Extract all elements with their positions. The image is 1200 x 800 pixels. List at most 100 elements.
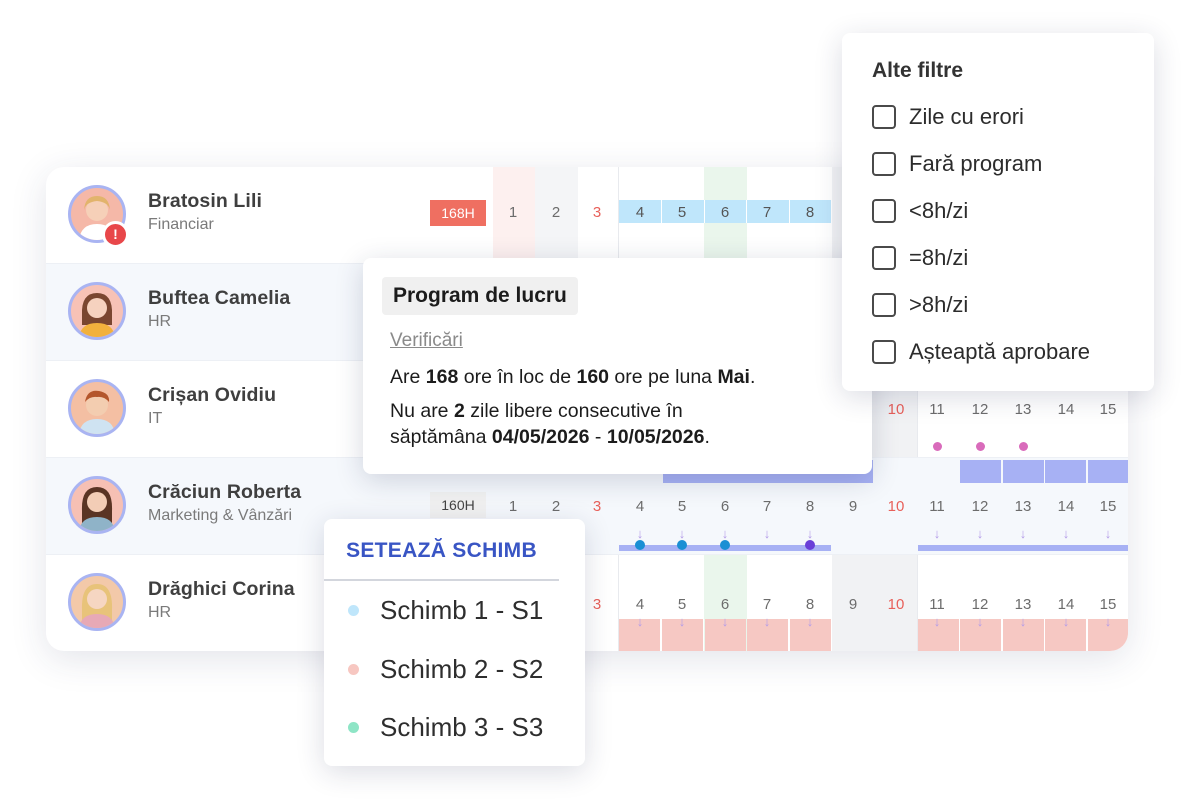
arrow-down-icon: ↓ (976, 526, 984, 541)
work-schedule-tooltip: Program de lucru Verificări Are 168 ore … (363, 258, 872, 474)
divider (324, 579, 559, 581)
set-shift-menu: SETEAZĂ SCHIMB Schimb 1 - S1 Schimb 2 - … (324, 519, 585, 766)
filter-no-schedule[interactable]: Fară program (872, 151, 1042, 177)
day-number: 14 (1057, 596, 1075, 613)
checkbox[interactable] (872, 293, 896, 317)
employee-name: Crișan Ovidiu (148, 384, 277, 406)
day-number: 5 (677, 596, 687, 613)
set-shift-title: SETEAZĂ SCHIMB (346, 539, 537, 562)
filters-title: Alte filtre (872, 59, 964, 82)
day-number: 14 (1057, 401, 1075, 418)
avatar (68, 476, 126, 534)
shift-dot (1019, 442, 1028, 451)
day-number: 12 (971, 401, 989, 418)
day-number: 11 (929, 596, 945, 613)
shift-option-2[interactable]: Schimb 2 - S2 (348, 654, 543, 685)
day-number: 13 (1014, 401, 1032, 418)
arrow-down-icon: ↓ (1019, 526, 1027, 541)
avatar (68, 573, 126, 631)
filter-label: >8h/zi (909, 292, 969, 317)
other-filters-panel: Alte filtre Zile cu erori Fară program <… (842, 33, 1154, 391)
alert-icon[interactable]: ! (102, 221, 129, 248)
day-number: 4 (635, 498, 645, 515)
arrow-down-icon: ↓ (976, 614, 984, 629)
employee-dept: IT (148, 410, 163, 427)
checkbox[interactable] (872, 152, 896, 176)
day-number: 14 (1057, 498, 1075, 515)
hours-badge: 168H (430, 200, 486, 226)
day-number: 9 (848, 596, 858, 613)
filter-label: Așteaptă aprobare (909, 339, 1091, 364)
checkbox[interactable] (872, 105, 896, 129)
day-number: 5 (677, 498, 687, 515)
shift-3-line (918, 545, 1128, 551)
arrow-down-icon: ↓ (1019, 614, 1027, 629)
shift-3-block[interactable] (1088, 460, 1128, 483)
shift-dot (677, 540, 687, 550)
arrow-down-icon: ↓ (1062, 614, 1070, 629)
employee-dept: Marketing & Vânzări (148, 507, 293, 524)
arrow-down-icon: ↓ (806, 614, 814, 629)
arrow-down-icon: ↓ (721, 614, 729, 629)
day-number: 8 (805, 596, 815, 613)
day-number: 3 (592, 498, 602, 515)
day-number: 2 (551, 204, 561, 221)
filter-label: =8h/zi (909, 245, 969, 270)
arrow-down-icon: ↓ (636, 526, 644, 541)
shift-dot (805, 540, 815, 550)
checks-link[interactable]: Verificări (390, 330, 463, 352)
filter-errors[interactable]: Zile cu erori (872, 104, 1024, 130)
shift-option-label: Schimb 3 - S3 (380, 712, 544, 742)
avatar (68, 282, 126, 340)
day-number: 12 (971, 596, 989, 613)
avatar (68, 379, 126, 437)
checkbox[interactable] (872, 199, 896, 223)
filter-more-8h[interactable]: >8h/zi (872, 292, 968, 318)
day-number: 15 (1099, 498, 1117, 515)
employee-name: Buftea Camelia (148, 287, 291, 309)
employee-name: Crăciun Roberta (148, 481, 302, 503)
day-number: 6 (720, 596, 730, 613)
filter-pending-approval[interactable]: Așteaptă aprobare (872, 339, 1090, 365)
hours-badge: 160H (430, 492, 486, 518)
day-number: 10 (887, 401, 905, 418)
shift-3-block[interactable] (1003, 460, 1044, 483)
filter-label: <8h/zi (909, 198, 969, 223)
arrow-down-icon: ↓ (933, 614, 941, 629)
day-number: 5 (677, 204, 687, 221)
employee-dept: HR (148, 313, 172, 330)
arrow-down-icon: ↓ (1104, 614, 1112, 629)
day-number: 15 (1099, 596, 1117, 613)
day-number: 3 (592, 204, 602, 221)
shift-option-1[interactable]: Schimb 1 - S1 (348, 595, 543, 626)
day-number: 4 (635, 596, 645, 613)
day-number: 4 (635, 204, 645, 221)
shift-option-label: Schimb 1 - S1 (380, 595, 544, 625)
employee-name: Drăghici Corina (148, 578, 295, 600)
filter-label: Zile cu erori (909, 104, 1024, 129)
filter-less-8h[interactable]: <8h/zi (872, 198, 968, 224)
day-number: 15 (1099, 401, 1117, 418)
day-number: 12 (971, 498, 989, 515)
employee-dept: HR (148, 604, 172, 621)
filter-label: Fară program (909, 151, 1043, 176)
checkbox[interactable] (872, 340, 896, 364)
day-number: 6 (720, 498, 730, 515)
day-number: 6 (720, 204, 730, 221)
day-number: 2 (551, 498, 561, 515)
checkbox[interactable] (872, 246, 896, 270)
day-number: 1 (508, 204, 518, 221)
arrow-down-icon: ↓ (763, 526, 771, 541)
shift-3-block[interactable] (960, 460, 1001, 483)
day-number: 13 (1014, 498, 1032, 515)
day-number: 7 (762, 204, 772, 221)
arrow-down-icon: ↓ (1104, 526, 1112, 541)
shift-3-block[interactable] (1045, 460, 1086, 483)
day-number: 10 (887, 596, 905, 613)
tooltip-week-line: săptămâna 04/05/2026 - 10/05/2026. (390, 426, 710, 448)
filter-equal-8h[interactable]: =8h/zi (872, 245, 968, 271)
shift-option-3[interactable]: Schimb 3 - S3 (348, 712, 543, 743)
day-number: 9 (848, 498, 858, 515)
day-number: 7 (762, 596, 772, 613)
employee-dept: Financiar (148, 216, 214, 233)
